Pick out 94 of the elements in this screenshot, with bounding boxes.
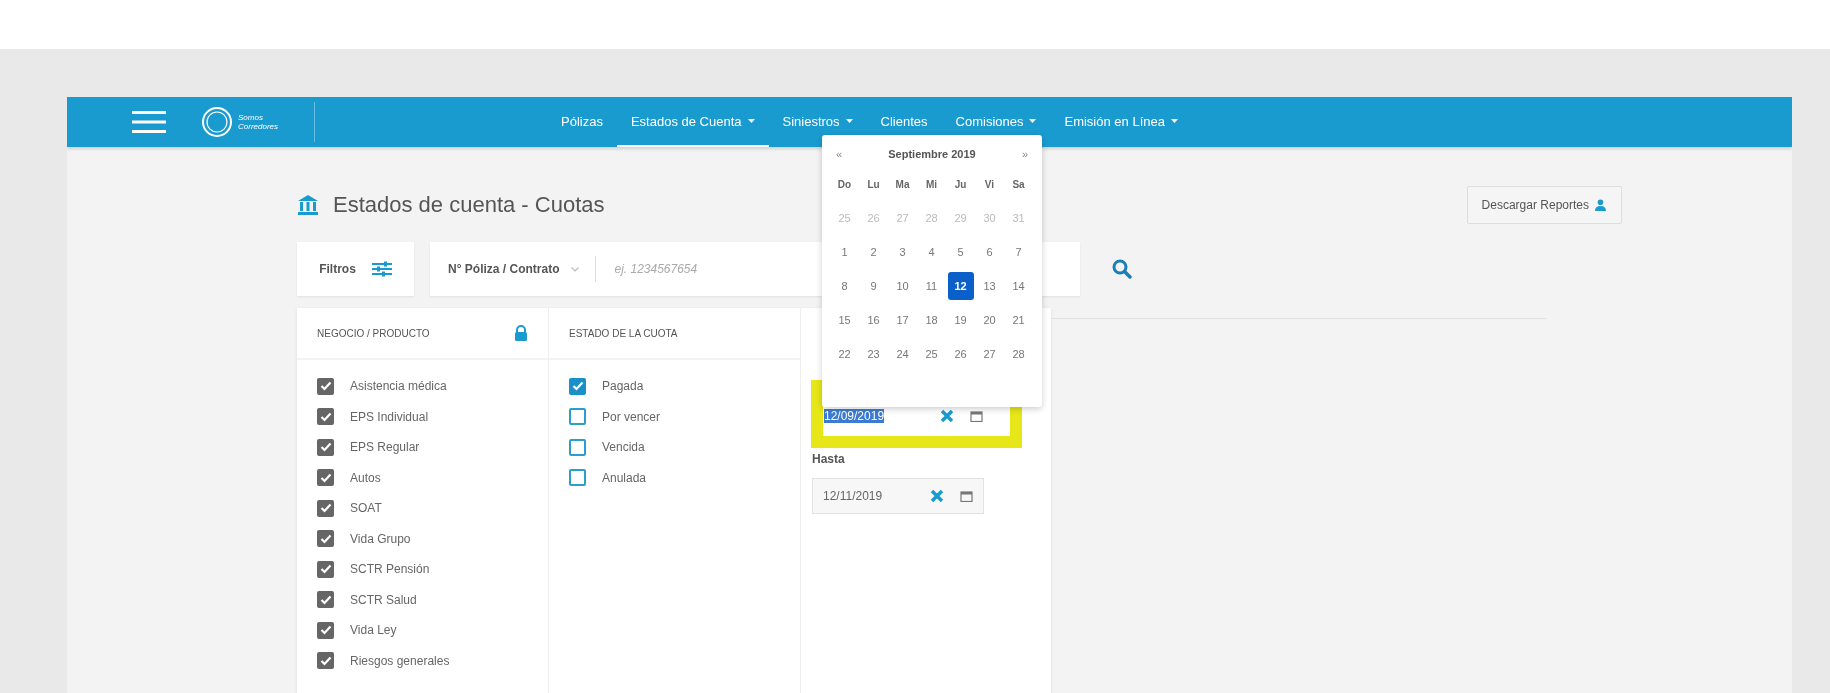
bank-icon bbox=[297, 194, 319, 216]
menu-icon[interactable] bbox=[132, 110, 166, 134]
next-month-button[interactable]: » bbox=[1021, 148, 1028, 160]
checkbox-label: Vida Grupo bbox=[350, 531, 411, 546]
nav-menu-item[interactable]: Estados de Cuenta bbox=[616, 97, 769, 147]
weekday-label: Mi bbox=[925, 178, 938, 190]
weekday-label: Ju bbox=[954, 178, 967, 190]
checkbox[interactable] bbox=[569, 377, 586, 395]
nav-menu-item[interactable]: Pólizas bbox=[547, 97, 617, 147]
calendar-day[interactable]: 5 bbox=[947, 238, 974, 266]
weekday-label: Lu bbox=[867, 178, 880, 190]
checkbox[interactable] bbox=[317, 499, 334, 517]
checkbox-label: Anulada bbox=[602, 470, 647, 485]
checkbox[interactable] bbox=[317, 408, 334, 426]
date-to-field[interactable]: 12/11/2019 bbox=[812, 478, 984, 514]
sliders-icon bbox=[371, 261, 392, 277]
checkbox-label: EPS Regular bbox=[350, 440, 420, 455]
search-field-dropdown[interactable]: N° Póliza / Contrato bbox=[448, 262, 580, 276]
checkbox[interactable] bbox=[317, 469, 334, 487]
calendar-day[interactable]: 18 bbox=[918, 306, 945, 334]
search-input[interactable]: ej. 1234567654 bbox=[612, 261, 817, 277]
calendar-day[interactable]: 27 bbox=[976, 340, 1003, 368]
checkbox[interactable] bbox=[317, 652, 334, 670]
checkbox[interactable] bbox=[569, 438, 586, 456]
calendar-day[interactable]: 17 bbox=[889, 306, 916, 334]
calendar-day[interactable]: 4 bbox=[918, 238, 945, 266]
calendar-day[interactable]: 22 bbox=[831, 340, 858, 368]
calendar-month: Septiembre 2019 bbox=[888, 148, 976, 160]
calendar-day[interactable]: 21 bbox=[1005, 306, 1032, 334]
checkbox-label: SOAT bbox=[350, 501, 382, 516]
calendar-day[interactable]: 24 bbox=[889, 340, 916, 368]
calendar-icon[interactable] bbox=[970, 409, 984, 422]
page-title: Estados de cuenta - Cuotas bbox=[333, 192, 605, 218]
calendar-day[interactable]: 14 bbox=[1005, 272, 1032, 300]
search-icon[interactable] bbox=[1112, 259, 1132, 279]
calendar-day[interactable]: 26 bbox=[947, 340, 974, 368]
weekday-label: Ma bbox=[895, 178, 910, 190]
checkbox-label: EPS Individual bbox=[350, 409, 429, 424]
clear-icon[interactable] bbox=[930, 489, 944, 503]
checkbox-label: SCTR Pensión bbox=[350, 562, 430, 577]
checkbox[interactable] bbox=[317, 591, 334, 609]
nav-menu-item[interactable]: Siniestros bbox=[768, 97, 867, 147]
calendar-day[interactable]: 9 bbox=[860, 272, 887, 300]
checkbox[interactable] bbox=[317, 438, 334, 456]
date-value: 12/09/2019 bbox=[824, 408, 885, 423]
weekday-label: Do bbox=[837, 178, 852, 190]
calendar-day[interactable]: 16 bbox=[860, 306, 887, 334]
calendar-day[interactable]: 25 bbox=[918, 340, 945, 368]
checkbox[interactable] bbox=[569, 408, 586, 426]
calendar-icon[interactable] bbox=[960, 490, 973, 502]
checkbox-label: Pagada bbox=[602, 379, 644, 394]
nav-menu-item[interactable]: Comisiones bbox=[941, 97, 1051, 147]
calendar-day[interactable]: 20 bbox=[976, 306, 1003, 334]
checkbox[interactable] bbox=[569, 469, 586, 487]
checkbox[interactable] bbox=[317, 530, 334, 548]
date-value: 12/11/2019 bbox=[823, 489, 884, 503]
previous-month-button[interactable]: « bbox=[836, 148, 843, 160]
column-heading: ESTADO DE LA CUOTA bbox=[569, 327, 678, 339]
calendar-day[interactable]: 1 bbox=[831, 238, 858, 266]
calendar-day[interactable]: 28 bbox=[1005, 340, 1032, 368]
calendar-day[interactable]: 7 bbox=[1005, 238, 1032, 266]
filters-button[interactable]: Filtros bbox=[297, 242, 414, 296]
checkbox-label: Riesgos generales bbox=[350, 653, 450, 668]
clear-icon[interactable] bbox=[940, 408, 955, 423]
checkbox-label: SCTR Salud bbox=[350, 592, 417, 607]
checkbox[interactable] bbox=[317, 621, 334, 639]
weekday-label: Sa bbox=[1012, 178, 1025, 190]
logo-text: Somos bbox=[238, 113, 264, 122]
chevron-down-icon bbox=[571, 266, 580, 272]
checkbox[interactable] bbox=[317, 560, 334, 578]
calendar-day[interactable]: 13 bbox=[976, 272, 1003, 300]
logo-text: Corredores bbox=[238, 122, 278, 131]
checkbox[interactable] bbox=[317, 377, 334, 395]
calendar-day[interactable]: 10 bbox=[889, 272, 916, 300]
calendar-day[interactable]: 23 bbox=[860, 340, 887, 368]
checkbox-label: Autos bbox=[350, 470, 381, 485]
checkbox-label: Por vencer bbox=[602, 409, 661, 424]
weekday-label: Vi bbox=[984, 178, 995, 190]
download-reports-button[interactable]: Descargar Reportes bbox=[1466, 186, 1622, 224]
checkbox-label: Asistencia médica bbox=[350, 379, 447, 394]
checkbox-label: Vencida bbox=[602, 440, 645, 455]
calendar-day[interactable]: 8 bbox=[831, 272, 858, 300]
calendar-day[interactable]: 6 bbox=[976, 238, 1003, 266]
column-heading: NEGOCIO / PRODUCTO bbox=[317, 327, 430, 339]
nav-menu-item[interactable]: Emisión en Línea bbox=[1050, 97, 1192, 147]
logo-ring-icon bbox=[200, 105, 234, 139]
calendar-day[interactable]: 19 bbox=[947, 306, 974, 334]
calendar-day[interactable]: 15 bbox=[831, 306, 858, 334]
checkbox-label: Vida Ley bbox=[350, 623, 397, 638]
date-to-label: Hasta bbox=[812, 452, 845, 466]
calendar-day[interactable]: 3 bbox=[889, 238, 916, 266]
calendar-day[interactable]: 2 bbox=[860, 238, 887, 266]
calendar-day[interactable]: 11 bbox=[918, 272, 945, 300]
calendar-day[interactable]: 12 bbox=[947, 272, 974, 300]
